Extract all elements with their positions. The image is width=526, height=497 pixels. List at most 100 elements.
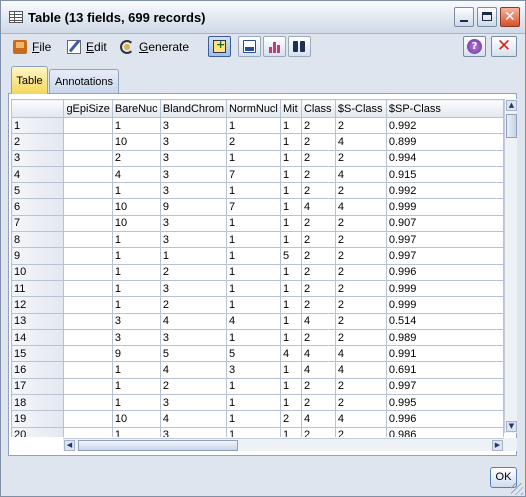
table-cell[interactable]: 0.992 xyxy=(385,116,504,135)
table-cell[interactable]: 0.999 xyxy=(385,279,504,298)
table-cell[interactable]: 1 xyxy=(279,214,302,233)
table-cell[interactable]: 0.514 xyxy=(385,312,504,330)
table-cell[interactable]: 0.989 xyxy=(385,328,504,347)
table-row[interactable]: 18 1 3 1 1 2 2 0.995 xyxy=(11,394,504,412)
row-number[interactable]: 1 xyxy=(11,116,65,135)
table-cell[interactable]: 5 xyxy=(279,247,302,265)
table-cell[interactable]: 1 xyxy=(225,394,281,412)
table-cell[interactable]: 1 xyxy=(279,426,302,437)
row-number[interactable]: 15 xyxy=(11,345,65,363)
table-cell[interactable]: 2 xyxy=(334,116,387,135)
table-cell[interactable]: 0.691 xyxy=(385,361,504,379)
table-cell[interactable]: 1 xyxy=(279,312,302,330)
table-row[interactable]: 6 10 9 7 1 4 4 0.999 xyxy=(11,198,504,216)
table-cell[interactable] xyxy=(63,165,113,184)
table-cell[interactable]: 1 xyxy=(111,231,161,249)
table-cell[interactable]: 2 xyxy=(300,394,336,412)
table-cell[interactable]: 1 xyxy=(111,263,161,281)
table-view-button[interactable] xyxy=(208,36,231,57)
table-cell[interactable]: 1 xyxy=(111,394,161,412)
help-button[interactable]: ? xyxy=(463,36,486,57)
table-cell[interactable]: 10 xyxy=(111,198,161,216)
table-cell[interactable]: 0.996 xyxy=(385,410,504,428)
maximize-button[interactable] xyxy=(477,7,497,27)
row-number[interactable]: 3 xyxy=(11,149,65,167)
table-cell[interactable]: 1 xyxy=(279,116,302,135)
table-cell[interactable]: 1 xyxy=(279,328,302,347)
table-cell[interactable] xyxy=(63,116,113,135)
row-number[interactable]: 14 xyxy=(11,328,65,347)
table-cell[interactable] xyxy=(63,149,113,167)
table-cell[interactable] xyxy=(63,231,113,249)
table-cell[interactable]: 0.997 xyxy=(385,247,504,265)
table-cell[interactable]: 4 xyxy=(300,345,336,363)
table-cell[interactable]: 0.999 xyxy=(385,198,504,216)
table-cell[interactable]: 4 xyxy=(159,312,227,330)
table-row[interactable]: 8 1 3 1 1 2 2 0.997 xyxy=(11,231,504,249)
table-cell[interactable]: 2 xyxy=(300,296,336,314)
table-cell[interactable]: 0.907 xyxy=(385,214,504,233)
table-cell[interactable]: 1 xyxy=(225,149,281,167)
table-cell[interactable]: 2 xyxy=(225,133,281,151)
table-cell[interactable]: 2 xyxy=(334,394,387,412)
column-header[interactable]: BlandChrom xyxy=(159,99,227,118)
table-cell[interactable]: 4 xyxy=(300,198,336,216)
table-cell[interactable]: 3 xyxy=(159,328,227,347)
row-number[interactable]: 6 xyxy=(11,198,65,216)
table-cell[interactable]: 4 xyxy=(111,165,161,184)
find-button[interactable] xyxy=(288,36,311,57)
row-number[interactable]: 18 xyxy=(11,394,65,412)
table-cell[interactable] xyxy=(63,377,113,396)
column-header[interactable]: BareNuc xyxy=(111,99,161,118)
row-number[interactable]: 7 xyxy=(11,214,65,233)
table-cell[interactable]: 1 xyxy=(279,377,302,396)
table-cell[interactable]: 1 xyxy=(225,296,281,314)
table-row[interactable]: 11 1 3 1 1 2 2 0.999 xyxy=(11,279,504,298)
table-cell[interactable]: 2 xyxy=(334,214,387,233)
table-cell[interactable]: 0.899 xyxy=(385,133,504,151)
table-cell[interactable] xyxy=(63,133,113,151)
table-row[interactable]: 5 1 3 1 1 2 2 0.992 xyxy=(11,182,504,200)
table-cell[interactable]: 2 xyxy=(300,426,336,437)
table-cell[interactable]: 2 xyxy=(111,149,161,167)
table-cell[interactable]: 3 xyxy=(111,312,161,330)
row-number[interactable]: 13 xyxy=(11,312,65,330)
table-cell[interactable]: 7 xyxy=(225,165,281,184)
table-cell[interactable]: 0.996 xyxy=(385,263,504,281)
table-cell[interactable]: 1 xyxy=(225,231,281,249)
table-cell[interactable]: 1 xyxy=(111,296,161,314)
table-cell[interactable] xyxy=(63,345,113,363)
column-header[interactable]: Class xyxy=(300,99,336,118)
table-cell[interactable]: 3 xyxy=(159,394,227,412)
table-row[interactable]: 15 9 5 5 4 4 4 0.991 xyxy=(11,345,504,363)
menu-file[interactable]: File xyxy=(13,39,51,55)
table-cell[interactable]: 0.999 xyxy=(385,296,504,314)
table-cell[interactable]: 1 xyxy=(225,116,281,135)
table-cell[interactable]: 2 xyxy=(159,296,227,314)
table-cell[interactable]: 1 xyxy=(111,247,161,265)
table-row[interactable]: 19 10 4 1 2 4 4 0.996 xyxy=(11,410,504,428)
table-cell[interactable]: 1 xyxy=(225,328,281,347)
table-cell[interactable]: 5 xyxy=(159,345,227,363)
table-cell[interactable]: 2 xyxy=(334,312,387,330)
window-close-button[interactable]: ✕ xyxy=(500,7,520,27)
table-row[interactable]: 17 1 2 1 1 2 2 0.997 xyxy=(11,377,504,396)
scroll-right-icon[interactable]: ▶ xyxy=(492,440,503,451)
table-cell[interactable]: 2 xyxy=(300,214,336,233)
table-cell[interactable] xyxy=(63,198,113,216)
row-number[interactable]: 16 xyxy=(11,361,65,379)
table-row[interactable]: 13 3 4 4 1 4 2 0.514 xyxy=(11,312,504,330)
table-cell[interactable]: 0.997 xyxy=(385,377,504,396)
table-cell[interactable]: 4 xyxy=(159,410,227,428)
table-cell[interactable]: 10 xyxy=(111,214,161,233)
table-cell[interactable]: 2 xyxy=(334,426,387,437)
table-cell[interactable]: 1 xyxy=(279,182,302,200)
row-number[interactable]: 12 xyxy=(11,296,65,314)
table-row[interactable]: 14 3 3 1 1 2 2 0.989 xyxy=(11,328,504,347)
table-cell[interactable]: 1 xyxy=(279,165,302,184)
column-header[interactable]: $S-Class xyxy=(334,99,387,118)
table-cell[interactable]: 4 xyxy=(300,312,336,330)
print-button[interactable] xyxy=(238,36,261,57)
table-cell[interactable]: 3 xyxy=(159,116,227,135)
table-cell[interactable]: 2 xyxy=(300,133,336,151)
